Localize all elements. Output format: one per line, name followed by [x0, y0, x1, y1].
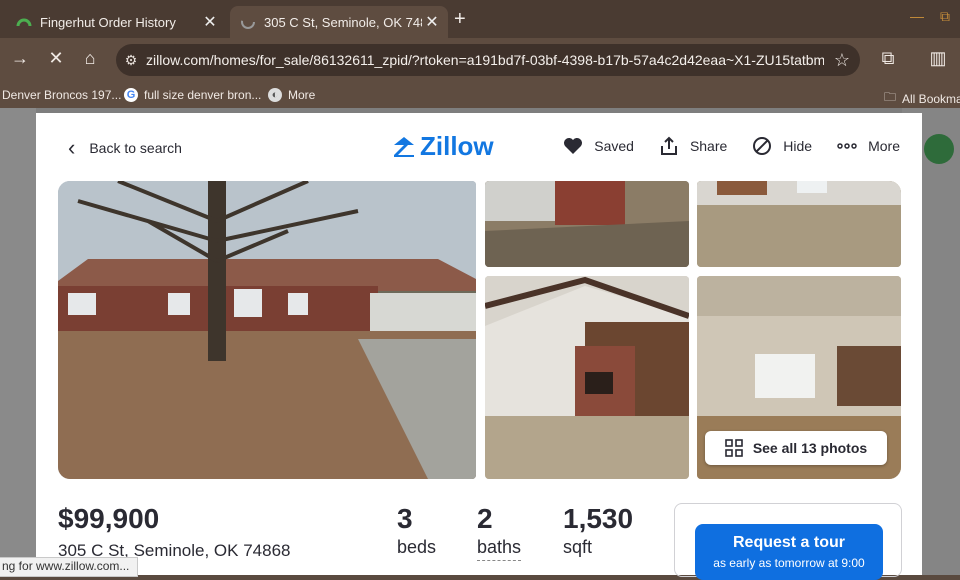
sqft-label: sqft	[563, 537, 593, 557]
forward-icon[interactable]: →	[8, 48, 32, 69]
share-button[interactable]: Share	[658, 135, 727, 157]
request-tour-label: Request a tour	[732, 534, 845, 551]
beds-count: 3	[397, 503, 413, 534]
more-dots-icon	[836, 135, 858, 157]
bookmark-label: More	[288, 88, 316, 102]
interior-carpet-photo[interactable]	[697, 181, 901, 267]
garage-photo[interactable]	[485, 181, 689, 267]
side-panel-icon[interactable]: ▥	[926, 48, 950, 69]
browser-toolbar: → ✕ ⌂ ⚙ zillow.com/homes/for_sale/861326…	[0, 38, 960, 82]
zillow-logo[interactable]: Zillow	[392, 131, 494, 162]
close-tab-icon[interactable]: ✕	[422, 12, 442, 32]
tab-fingerhut[interactable]: Fingerhut Order History ✕	[6, 6, 226, 38]
request-tour-subtext: as early as tomorrow at 9:00	[713, 556, 865, 570]
bookmark-item[interactable]: G full size denver bron...	[124, 88, 261, 102]
close-tab-icon[interactable]: ✕	[200, 12, 220, 32]
hide-label: Hide	[783, 138, 813, 154]
folder-icon: 🗀	[884, 90, 897, 104]
site-info-icon[interactable]: ⚙	[116, 52, 146, 69]
see-all-photos-label: See all 13 photos	[752, 440, 868, 456]
sqft-count: 1,530	[563, 503, 634, 534]
request-tour-button[interactable]: Request a tour as early as tomorrow at 9…	[695, 524, 883, 580]
tab-zillow-listing[interactable]: 305 C St, Seminole, OK 74868 | ✕	[230, 6, 448, 38]
bookmark-item[interactable]: Denver Broncos 197...	[2, 88, 121, 102]
home-icon[interactable]: ⌂	[78, 48, 102, 69]
browser-status-bar: ng for www.zillow.com...	[0, 557, 139, 577]
sqft-fact: 1,530 sqft	[563, 503, 633, 558]
see-all-photos-button[interactable]: See all 13 photos	[705, 431, 887, 465]
minimize-icon[interactable]: —	[910, 8, 924, 24]
baths-label[interactable]: baths	[477, 537, 522, 561]
tab-title: Fingerhut Order History	[40, 14, 176, 30]
zillow-logo-icon	[394, 136, 414, 157]
avatar	[924, 134, 954, 164]
bookmark-item[interactable]: 🗀 All Bookma	[884, 88, 960, 109]
more-button[interactable]: More	[836, 135, 900, 157]
listing-price: $99,900	[58, 503, 160, 534]
saved-label: Saved	[594, 138, 634, 154]
listing-modal: ‹ Back to search Zillow Saved Share Hide	[36, 113, 922, 580]
fingerhut-favicon-icon	[16, 18, 32, 27]
saved-button[interactable]: Saved	[562, 135, 634, 157]
baths-fact: 2 baths	[477, 503, 522, 561]
heart-icon	[562, 135, 584, 157]
address-bar[interactable]: ⚙ zillow.com/homes/for_sale/86132611_zpi…	[116, 44, 860, 76]
new-tab-icon[interactable]: +	[454, 8, 466, 31]
baths-count: 2	[477, 503, 493, 534]
hide-button[interactable]: Hide	[751, 135, 812, 157]
beds-label: beds	[397, 537, 437, 557]
hide-icon	[751, 135, 773, 157]
bookmark-star-icon[interactable]: ☆	[824, 50, 860, 71]
tour-card: Request a tour as early as tomorrow at 9…	[674, 503, 902, 580]
bookmark-label: All Bookma	[902, 91, 960, 106]
google-icon: G	[124, 88, 138, 102]
photo-grid-icon	[725, 439, 743, 457]
main-house-photo[interactable]	[58, 181, 476, 479]
bookmark-item[interactable]: ◐ More	[268, 88, 315, 102]
listing-actions: Saved Share Hide More	[538, 135, 900, 157]
address-url[interactable]: zillow.com/homes/for_sale/86132611_zpid/…	[146, 52, 824, 68]
browser-tab-bar: Fingerhut Order History ✕ 305 C St, Semi…	[0, 0, 960, 38]
globe-icon: ◐	[268, 88, 282, 102]
chevron-left-icon: ‹	[68, 135, 76, 160]
loading-spinner-icon	[241, 15, 255, 29]
share-label: Share	[689, 138, 728, 154]
back-to-search-button[interactable]: ‹ Back to search	[68, 135, 182, 161]
restore-icon[interactable]: ⧉	[940, 8, 950, 25]
beds-fact: 3 beds	[397, 503, 436, 558]
logo-text: Zillow	[420, 131, 494, 161]
bookmark-label: Denver Broncos 197...	[2, 88, 122, 102]
more-label: More	[868, 138, 900, 154]
living-room-photo[interactable]	[485, 276, 689, 479]
extensions-icon[interactable]: ⧉	[876, 48, 900, 69]
bookmarks-bar: Denver Broncos 197... G full size denver…	[0, 82, 960, 108]
tab-title: 305 C St, Seminole, OK 74868 |	[264, 14, 422, 30]
back-label: Back to search	[89, 140, 182, 156]
bookmark-label: full size denver bron...	[144, 88, 262, 102]
stop-loading-icon[interactable]: ✕	[44, 48, 68, 69]
background-map-strip	[0, 108, 36, 575]
share-icon	[658, 135, 680, 157]
